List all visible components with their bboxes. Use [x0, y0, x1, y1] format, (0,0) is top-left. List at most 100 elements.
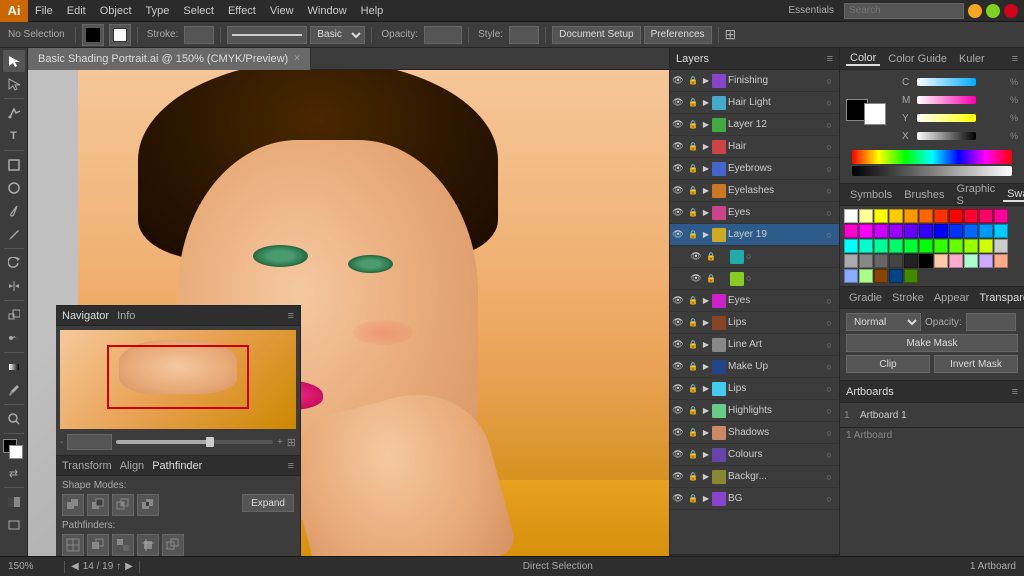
outline-btn[interactable] [162, 534, 184, 556]
swatch-item[interactable] [934, 224, 948, 238]
layer-lock-7[interactable]: 🔒 [686, 230, 700, 239]
search-input[interactable] [844, 3, 964, 19]
tab-graphic-styles[interactable]: Graphic S [953, 183, 1000, 207]
tool-swap-colors[interactable]: ⇄ [3, 462, 25, 484]
expand-button[interactable]: Expand [242, 494, 294, 512]
swatch-item[interactable] [859, 224, 873, 238]
menu-help[interactable]: Help [354, 0, 391, 22]
layer-row[interactable]: 👁 🔒 ▶ Lips ○ [670, 312, 839, 334]
layer-target-9[interactable]: ○ [746, 273, 751, 283]
layer-expand-4[interactable]: ▶ [700, 164, 712, 173]
layer-expand-15[interactable]: ▶ [700, 406, 712, 415]
layer-lock-11[interactable]: 🔒 [686, 318, 700, 327]
layer-lock-14[interactable]: 🔒 [686, 384, 700, 393]
layer-row[interactable]: 👁 🔒 ○ [670, 246, 839, 268]
color-spectrum[interactable] [852, 150, 1012, 164]
swatch-item[interactable] [874, 239, 888, 253]
tool-type[interactable]: T [3, 125, 25, 147]
artboards-menu-icon[interactable]: ≡ [1012, 386, 1018, 398]
layer-lock-6[interactable]: 🔒 [686, 208, 700, 217]
swatch-item[interactable] [964, 254, 978, 268]
layer-target-12[interactable]: ○ [823, 340, 835, 350]
tool-selection[interactable] [3, 50, 25, 72]
swatch-item[interactable] [904, 224, 918, 238]
blend-mode-select[interactable]: Normal [846, 313, 921, 331]
color-boxes[interactable] [3, 439, 25, 461]
layer-vis-7[interactable]: 👁 [670, 229, 686, 240]
layer-target-14[interactable]: ○ [823, 384, 835, 394]
color-menu-icon[interactable]: ≡ [1012, 53, 1018, 65]
nav-zoom-expand-icon[interactable]: ⊞ [287, 436, 296, 449]
tool-scale[interactable] [3, 304, 25, 326]
style-box[interactable] [509, 26, 539, 44]
nav-zoom-input[interactable]: 150% [67, 434, 112, 450]
swatch-item[interactable] [919, 209, 933, 223]
layer-row[interactable]: 👁 🔒 ▶ Lips ○ [670, 378, 839, 400]
tab-transparency[interactable]: Transparency [976, 292, 1024, 304]
layer-expand-14[interactable]: ▶ [700, 384, 712, 393]
layer-row[interactable]: 👁 🔒 ▶ Layer 12 ○ [670, 114, 839, 136]
layer-target-11[interactable]: ○ [823, 318, 835, 328]
menu-object[interactable]: Object [93, 0, 139, 22]
layer-vis-5[interactable]: 👁 [670, 185, 686, 196]
layer-target-7[interactable]: ○ [823, 230, 835, 240]
doc-tab-close[interactable]: × [294, 53, 300, 64]
exclude-btn[interactable] [137, 494, 159, 516]
layer-target-5[interactable]: ○ [823, 186, 835, 196]
layer-vis-12[interactable]: 👁 [670, 339, 686, 350]
tab-symbols[interactable]: Symbols [846, 189, 896, 201]
swatch-item[interactable] [844, 239, 858, 253]
minus-front-btn[interactable] [87, 494, 109, 516]
tool-paintbrush[interactable] [3, 200, 25, 222]
tab-gradient[interactable]: Gradie [846, 292, 885, 304]
layer-lock-17[interactable]: 🔒 [686, 450, 700, 459]
y-slider[interactable] [917, 114, 976, 122]
layer-expand-10[interactable]: ▶ [700, 296, 712, 305]
layer-target-6[interactable]: ○ [823, 208, 835, 218]
swatch-item[interactable] [994, 254, 1008, 268]
layer-vis-16[interactable]: 👁 [670, 427, 686, 438]
minimize-button[interactable] [968, 4, 982, 18]
layer-expand-7[interactable]: ▶ [700, 230, 712, 239]
layer-target-1[interactable]: ○ [823, 98, 835, 108]
stroke-basic-select[interactable]: Basic [310, 26, 365, 44]
layer-lock-3[interactable]: 🔒 [686, 142, 700, 151]
stroke-color-box[interactable] [109, 24, 131, 46]
swatch-item[interactable] [964, 224, 978, 238]
layer-expand-6[interactable]: ▶ [700, 208, 712, 217]
swatch-item[interactable] [889, 224, 903, 238]
swatch-item[interactable] [994, 209, 1008, 223]
opacity-trans-input[interactable]: 100% [966, 313, 1016, 331]
layer-target-3[interactable]: ○ [823, 142, 835, 152]
swatch-item[interactable] [859, 254, 873, 268]
nav-menu-icon[interactable]: ≡ [288, 310, 294, 322]
layer-expand-19[interactable]: ▶ [700, 494, 712, 503]
layer-vis-11[interactable]: 👁 [670, 317, 686, 328]
swatch-item[interactable] [979, 239, 993, 253]
swatch-item[interactable] [874, 269, 888, 283]
divide-btn[interactable] [62, 534, 84, 556]
crop-btn[interactable] [137, 534, 159, 556]
opacity-input[interactable]: 100% [424, 26, 462, 44]
swatch-item[interactable] [934, 254, 948, 268]
menu-file[interactable]: File [28, 0, 60, 22]
tab-color[interactable]: Color [846, 52, 880, 66]
layer-row[interactable]: 👁 🔒 ▶ Eyes ○ [670, 202, 839, 224]
invert-mask-button[interactable]: Invert Mask [934, 355, 1018, 373]
menu-view[interactable]: View [263, 0, 301, 22]
layer-row[interactable]: 👁 🔒 ▶ Line Art ○ [670, 334, 839, 356]
layer-expand-5[interactable]: ▶ [700, 186, 712, 195]
layer-expand-17[interactable]: ▶ [700, 450, 712, 459]
prefs-button[interactable]: Preferences [644, 26, 712, 44]
swatch-item[interactable] [979, 224, 993, 238]
swatch-item[interactable] [979, 254, 993, 268]
layer-lock-8[interactable]: 🔒 [704, 252, 718, 261]
nav-tab-info[interactable]: Info [117, 310, 135, 322]
swatch-item[interactable] [889, 209, 903, 223]
layer-row[interactable]: 👁 🔒 ▶ Colours ○ [670, 444, 839, 466]
layer-row[interactable]: 👁 🔒 ▶ Hair Light ○ [670, 92, 839, 114]
swatch-item[interactable] [844, 209, 858, 223]
layer-vis-18[interactable]: 👁 [670, 471, 686, 482]
tool-pencil[interactable] [3, 223, 25, 245]
layer-lock-15[interactable]: 🔒 [686, 406, 700, 415]
